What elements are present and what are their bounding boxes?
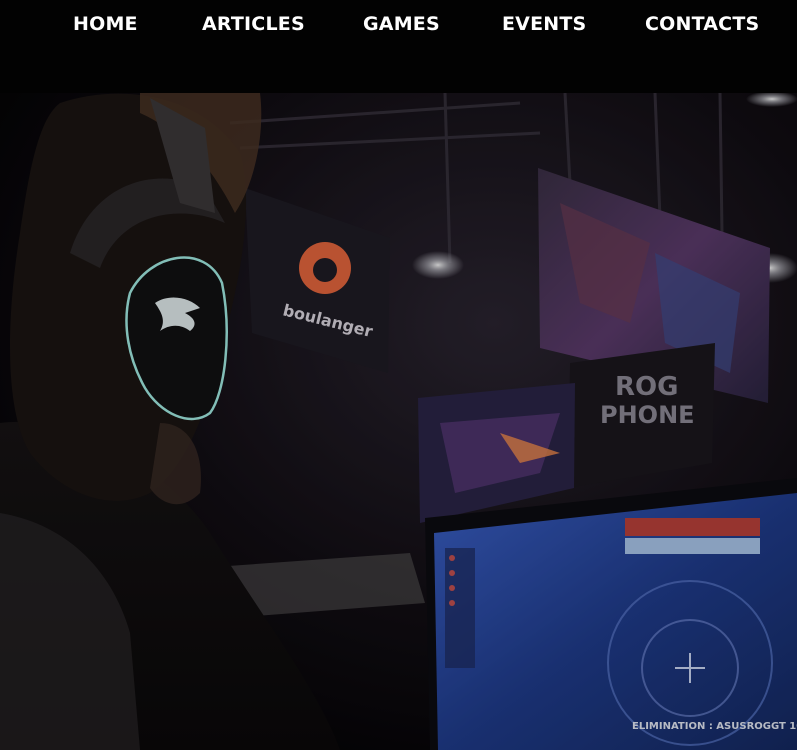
nav-games-link[interactable]: GAMES <box>363 11 440 37</box>
main-navigation: HOME ARTICLES GAMES EVENTS CONTACTS <box>0 0 797 93</box>
nav-articles-link[interactable]: ARTICLES <box>202 11 305 37</box>
hero-image: boulanger ROG PHONE ELIMINATION: ASUSRO… <box>0 93 797 750</box>
nav-home-link[interactable]: HOME <box>73 11 138 37</box>
nav-events-link[interactable]: EVENTS <box>502 11 586 37</box>
image-dim-overlay <box>0 93 797 750</box>
nav-contacts-link[interactable]: CONTACTS <box>645 11 759 37</box>
hero-illustration: boulanger ROG PHONE ELIMINATION: ASUSRO… <box>0 93 797 750</box>
